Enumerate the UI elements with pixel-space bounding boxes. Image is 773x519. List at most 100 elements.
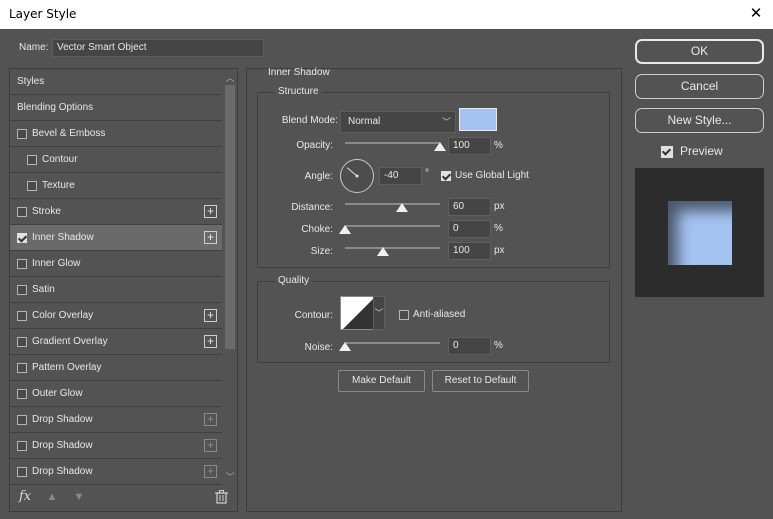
close-icon[interactable]: ✕ xyxy=(745,3,767,25)
style-item-satin[interactable]: Satin xyxy=(10,277,222,303)
style-item-drop-shadow[interactable]: Drop Shadow + xyxy=(10,407,222,433)
distance-unit: px xyxy=(494,201,505,212)
styles-list-items: Styles Blending Options Bevel & Emboss Cont… xyxy=(10,69,222,485)
style-item-color-overlay[interactable]: Color Overlay + xyxy=(10,303,222,329)
add-effect-icon[interactable]: + xyxy=(204,439,217,452)
reset-to-default-button[interactable]: Reset to Default xyxy=(432,370,529,392)
noise-unit: % xyxy=(494,340,503,351)
add-effect-icon[interactable]: + xyxy=(204,205,217,218)
move-up-icon[interactable]: ▲ xyxy=(46,491,58,504)
shadow-color-swatch[interactable] xyxy=(459,108,497,131)
style-item-styles[interactable]: Styles xyxy=(10,69,222,95)
style-item-label: Drop Shadow xyxy=(32,466,93,477)
size-unit: px xyxy=(494,245,505,256)
trash-icon[interactable] xyxy=(215,490,228,504)
style-checkbox[interactable] xyxy=(17,441,27,451)
blend-mode-value: Normal xyxy=(348,116,381,127)
choke-slider-thumb[interactable] xyxy=(339,225,351,234)
style-item-inner-shadow[interactable]: Inner Shadow + xyxy=(10,225,222,251)
style-checkbox[interactable] xyxy=(27,181,37,191)
style-item-pattern-overlay[interactable]: Pattern Overlay xyxy=(10,355,222,381)
style-item-gradient-overlay[interactable]: Gradient Overlay + xyxy=(10,329,222,355)
style-checkbox[interactable] xyxy=(17,285,27,295)
style-item-inner-glow[interactable]: Inner Glow xyxy=(10,251,222,277)
style-checkbox[interactable] xyxy=(17,207,27,217)
opacity-field[interactable]: 100 xyxy=(448,137,491,155)
cancel-button[interactable]: Cancel xyxy=(635,74,764,99)
preview-label[interactable]: Preview xyxy=(680,144,723,158)
window-title: Layer Style xyxy=(9,7,77,21)
choke-slider-track[interactable] xyxy=(345,225,440,227)
add-effect-icon[interactable]: + xyxy=(204,413,217,426)
style-checkbox[interactable] xyxy=(17,363,27,373)
style-checkbox[interactable] xyxy=(17,311,27,321)
fx-icon[interactable]: fx xyxy=(19,489,31,504)
choke-field[interactable]: 0 xyxy=(448,220,491,238)
style-item-label: Texture xyxy=(42,180,75,191)
angle-field[interactable]: -40 xyxy=(379,167,422,185)
style-item-label: Inner Shadow xyxy=(32,232,94,243)
style-item-blending-options[interactable]: Blending Options xyxy=(10,95,222,121)
make-default-button[interactable]: Make Default xyxy=(338,370,425,392)
style-item-outer-glow[interactable]: Outer Glow xyxy=(10,381,222,407)
use-global-light-label[interactable]: Use Global Light xyxy=(455,170,529,181)
distance-slider-track[interactable] xyxy=(345,203,440,205)
style-item-drop-shadow[interactable]: Drop Shadow + xyxy=(10,433,222,459)
angle-dial[interactable] xyxy=(340,159,374,193)
scroll-up-icon[interactable]: ︿ xyxy=(223,71,237,85)
style-checkbox[interactable] xyxy=(17,389,27,399)
opacity-slider-track[interactable] xyxy=(345,142,440,144)
anti-aliased-checkbox[interactable] xyxy=(399,310,409,320)
blend-mode-label: Blend Mode: xyxy=(281,115,338,126)
style-item-label: Blending Options xyxy=(17,102,94,113)
style-item-stroke[interactable]: Stroke + xyxy=(10,199,222,225)
anti-aliased-label[interactable]: Anti-aliased xyxy=(413,309,465,320)
move-down-icon[interactable]: ▼ xyxy=(73,491,85,504)
preview-square xyxy=(668,201,732,265)
style-checkbox[interactable] xyxy=(27,155,37,165)
style-checkbox[interactable] xyxy=(17,467,27,477)
preview-checkbox[interactable] xyxy=(661,146,673,158)
size-slider-thumb[interactable] xyxy=(377,247,389,256)
name-field[interactable]: Vector Smart Object xyxy=(52,39,264,57)
style-checkbox[interactable] xyxy=(17,233,27,243)
styles-scrollbar[interactable]: ︿ ﹀ xyxy=(223,69,237,484)
add-effect-icon[interactable]: + xyxy=(204,231,217,244)
add-effect-icon[interactable]: + xyxy=(204,465,217,478)
noise-slider-track[interactable] xyxy=(345,342,440,344)
style-item-label: Bevel & Emboss xyxy=(32,128,106,139)
noise-slider-thumb[interactable] xyxy=(339,342,351,351)
style-item-drop-shadow[interactable]: Drop Shadow + xyxy=(10,459,222,485)
scroll-thumb[interactable] xyxy=(225,85,235,349)
opacity-slider-thumb[interactable] xyxy=(434,142,446,151)
size-slider-track[interactable] xyxy=(345,247,440,249)
name-label: Name: xyxy=(19,42,49,53)
style-checkbox[interactable] xyxy=(17,337,27,347)
size-field[interactable]: 100 xyxy=(448,242,491,260)
add-effect-icon[interactable]: + xyxy=(204,335,217,348)
scroll-down-icon[interactable]: ﹀ xyxy=(223,470,237,484)
style-checkbox[interactable] xyxy=(17,259,27,269)
quality-title: Quality xyxy=(275,275,313,286)
style-item-contour[interactable]: Contour xyxy=(10,147,222,173)
angle-dial-indicator xyxy=(346,167,359,178)
ok-button[interactable]: OK xyxy=(635,39,764,64)
add-effect-icon[interactable]: + xyxy=(204,309,217,322)
style-checkbox[interactable] xyxy=(17,129,27,139)
style-item-label: Pattern Overlay xyxy=(32,362,102,373)
blend-mode-select[interactable]: Normal ﹀ xyxy=(340,111,456,133)
contour-dropdown[interactable]: ﹀ xyxy=(373,296,385,330)
use-global-light-checkbox[interactable] xyxy=(441,171,451,181)
style-checkbox[interactable] xyxy=(17,415,27,425)
contour-preview[interactable] xyxy=(340,296,374,330)
style-item-label: Stroke xyxy=(32,206,61,217)
style-item-texture[interactable]: Texture xyxy=(10,173,222,199)
distance-field[interactable]: 60 xyxy=(448,198,491,216)
styles-list-footer: fx ▲ ▼ xyxy=(10,485,237,511)
new-style-button[interactable]: New Style... xyxy=(635,108,764,133)
style-item-bevel-emboss[interactable]: Bevel & Emboss xyxy=(10,121,222,147)
style-item-label: Gradient Overlay xyxy=(32,336,108,347)
opacity-unit: % xyxy=(494,140,503,151)
distance-slider-thumb[interactable] xyxy=(396,203,408,212)
noise-field[interactable]: 0 xyxy=(448,337,491,355)
